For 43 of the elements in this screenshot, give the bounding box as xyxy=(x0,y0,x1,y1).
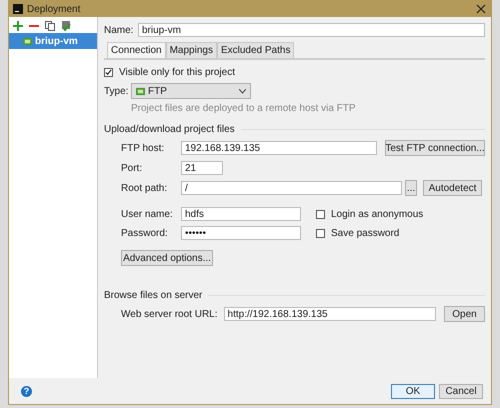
checkbox-label: Login as anonymous xyxy=(331,208,424,220)
tab[interactable]: Excluded Paths xyxy=(216,42,294,58)
field-label: FTP host: xyxy=(121,142,166,154)
url-field[interactable]: http://192.168.139.135 xyxy=(224,307,436,321)
tab[interactable]: Mappings xyxy=(166,42,217,58)
sidebar-item[interactable]: briup-vm xyxy=(9,33,97,49)
chevron-icon xyxy=(239,88,246,94)
field-label: Web server root URL: xyxy=(121,308,218,320)
checkbox[interactable] xyxy=(316,228,325,238)
dialog-button[interactable]: OK xyxy=(391,384,435,398)
field-label: Password: xyxy=(121,228,169,238)
field-label: Name: xyxy=(104,24,132,36)
root-path-field[interactable]: / xyxy=(181,181,402,195)
autodetect-button[interactable]: Autodetect xyxy=(423,180,482,196)
close-icon[interactable] xyxy=(475,3,487,15)
field-label: Port: xyxy=(121,162,144,174)
browse-button[interactable]: ... xyxy=(405,180,417,196)
open-button[interactable]: Open xyxy=(444,306,485,322)
type-dropdown[interactable]: FTP xyxy=(131,83,251,99)
advanced-options-button[interactable]: Advanced options... xyxy=(121,250,213,266)
hint-text: Project files are deployed to a remote host via FTP xyxy=(131,103,357,114)
tab[interactable]: Connection xyxy=(107,42,166,58)
window-title: Deployment xyxy=(27,4,82,14)
default-server-icon[interactable] xyxy=(61,21,71,31)
field-label: Root path: xyxy=(121,182,168,194)
dialog-button[interactable]: Cancel xyxy=(439,384,483,398)
name-field[interactable]: briup-vm xyxy=(138,23,485,37)
checkbox[interactable] xyxy=(316,210,325,218)
section-title: Browse files on server xyxy=(104,290,202,301)
field-label: User name: xyxy=(121,208,174,220)
test-connection-button[interactable]: Test FTP connection... xyxy=(385,140,485,156)
checkbox-label: Visible only for this project xyxy=(119,67,235,78)
checkbox-label: Save password xyxy=(331,228,400,238)
port-field[interactable]: 21 xyxy=(181,161,223,175)
add-icon[interactable] xyxy=(13,21,23,31)
field-label: Type: xyxy=(104,86,125,96)
host-field[interactable]: 192.168.139.135 xyxy=(181,141,377,155)
password-field[interactable]: •••••• xyxy=(181,226,301,240)
copy-icon[interactable] xyxy=(45,21,55,31)
user-name-field[interactable]: hdfs xyxy=(181,207,301,221)
section-title: Upload/download project files xyxy=(104,124,235,135)
help-button[interactable]: ? xyxy=(21,386,32,396)
checkbox[interactable] xyxy=(104,68,113,77)
